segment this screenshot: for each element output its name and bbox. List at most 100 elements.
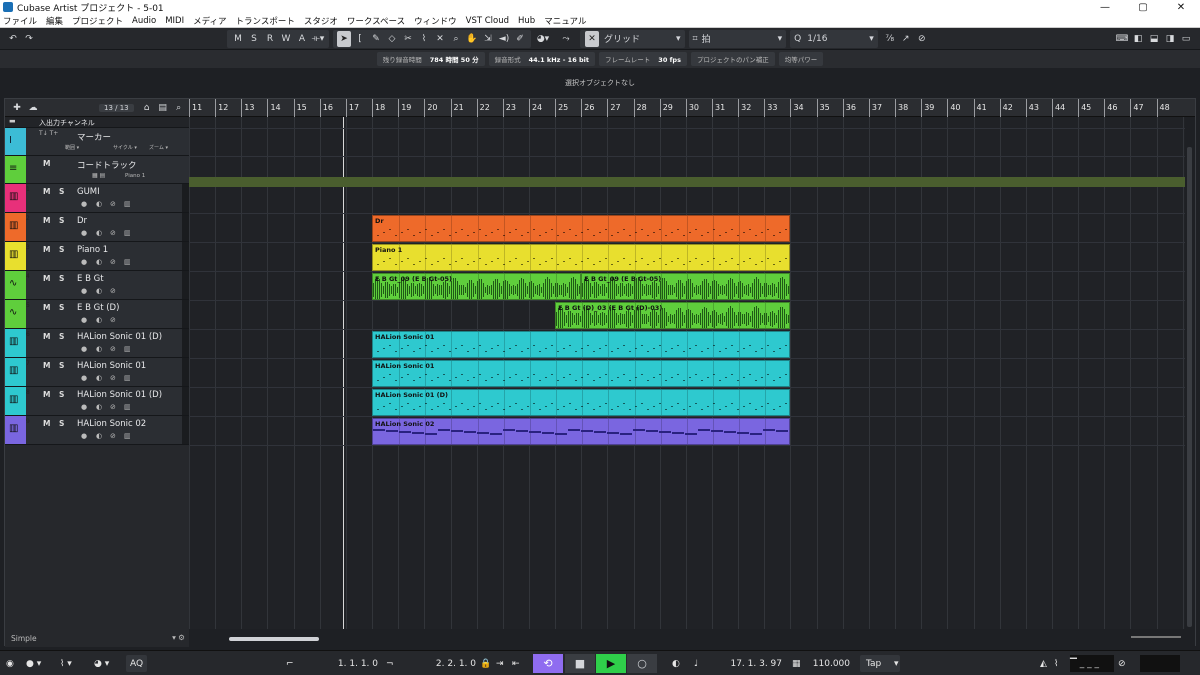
input-monitor-icon[interactable]: ⊘ (1118, 655, 1126, 672)
show-lower-zone-icon[interactable]: ⬓ (1147, 31, 1161, 47)
mute-button[interactable]: M (43, 390, 50, 399)
split-icon[interactable]: ✂ (401, 31, 415, 47)
auto-quantize-button[interactable]: AQ (126, 655, 148, 672)
track-row[interactable]: ▥ 8 M S HALion Sonic 01 (D) ● ◐ ⊘ ▥ (5, 387, 189, 416)
monitor-icon[interactable]: ● (81, 287, 87, 295)
color-tool-icon[interactable]: ✐ (513, 31, 527, 47)
tempo-track-icon[interactable]: ◐ (672, 655, 680, 672)
quantize-settings-icon[interactable]: ↗ (899, 31, 913, 47)
horizontal-zoom-slider[interactable] (1131, 636, 1181, 638)
project-sync-icon[interactable]: ⊘ (915, 31, 929, 47)
audio-performance-icon[interactable]: ◉ (6, 655, 14, 672)
instrument-edit-icon[interactable]: ▥ (124, 403, 131, 411)
iterative-quantize-icon[interactable]: ⅞ (883, 31, 897, 47)
monitor-icon[interactable]: ● (81, 229, 87, 237)
listen-icon[interactable]: ◐ (96, 200, 102, 208)
mute-button[interactable]: M (43, 419, 50, 428)
instrument-edit-icon[interactable]: ▥ (124, 200, 131, 208)
snap-toggle-icon[interactable]: ✕ (585, 30, 599, 47)
vertical-scroll-thumb[interactable] (1187, 147, 1192, 627)
time-display-icon[interactable]: ♩ (694, 655, 698, 672)
automation-mode-button[interactable]: A (295, 31, 309, 47)
comp-tool-icon[interactable]: ⇲ (481, 31, 495, 47)
equal-power-cell[interactable]: 均等パワー (778, 52, 824, 66)
menu-workspace[interactable]: ワークスペース (347, 15, 405, 27)
menu-vst-cloud[interactable]: VST Cloud (466, 16, 509, 26)
edit-icon[interactable]: ⊘ (110, 316, 116, 324)
horizontal-scrollbar[interactable] (189, 629, 1195, 647)
chord-settings-icon[interactable]: ▦ ▤ (92, 172, 105, 179)
click-pattern-icon[interactable]: ⌇ (1054, 655, 1058, 672)
edit-icon[interactable]: ⊘ (110, 287, 116, 295)
monitor-icon[interactable]: ● (81, 432, 87, 440)
solo-button[interactable]: S (59, 332, 64, 341)
chord-mute-button[interactable]: M (43, 159, 50, 168)
precount-icon[interactable]: ⌇ ▾ (60, 655, 72, 672)
solo-button[interactable]: S (59, 245, 64, 254)
tempo-value[interactable]: 110.000 (810, 655, 850, 672)
mute-button[interactable]: M (43, 274, 50, 283)
vertical-scrollbar[interactable] (1185, 117, 1195, 629)
redo-button[interactable]: ↷ (22, 31, 36, 47)
marker-track[interactable]: I T↓ T+ マーカー 範囲 ▾ サイクル ▾ ズーム ▾ (5, 128, 189, 156)
hand-tool-icon[interactable]: ✋ (465, 31, 479, 47)
record-time-cell[interactable]: 残り録音時間 784 時間 50 分 (376, 52, 485, 66)
mute-all-button[interactable]: M (231, 31, 245, 47)
mute-tool-icon[interactable]: ✕ (433, 31, 447, 47)
track-row[interactable]: ▥ 3 M S Piano 1 ● ◐ ⊘ ▥ (5, 242, 189, 271)
menu-project[interactable]: プロジェクト (72, 15, 123, 27)
marker-cycle-select[interactable]: サイクル ▾ (113, 144, 137, 151)
project-cursor-line[interactable] (342, 117, 344, 629)
track-visibility-preset[interactable]: Simple (11, 634, 37, 643)
punch-in-icon[interactable]: ⇥ (496, 655, 504, 672)
keyboard-icon[interactable]: ⌨ (1115, 31, 1129, 47)
listen-icon[interactable]: ◐ (96, 229, 102, 237)
menu-studio[interactable]: スタジオ (304, 15, 338, 27)
listen-icon[interactable]: ◐ (96, 403, 102, 411)
cycle-button[interactable]: ⟲ (533, 654, 563, 673)
solo-button[interactable]: S (59, 361, 64, 370)
automation-panel-icon[interactable]: ⟛▾ (311, 31, 325, 47)
write-automation-button[interactable]: W (279, 31, 293, 47)
menu-manual[interactable]: マニュアル (544, 15, 586, 27)
event-display[interactable]: Dr Piano 1 E B Gt_09 (E B Gt-05) E B Gt_09 … (189, 117, 1187, 629)
track-row[interactable]: ▥ 6 M S HALion Sonic 01 (D) ● ◐ ⊘ ▥ (5, 329, 189, 358)
timeline-ruler[interactable]: 11 12 13 14 15 16 17 18 19 20 21 22 23 24 25 26 27 28 29 30… (189, 99, 1195, 117)
project-cursor-position[interactable]: 17. 1. 3. 97 (700, 655, 782, 672)
play-tool-icon[interactable]: ◄) (497, 31, 511, 47)
left-locator-value[interactable]: 1. 1. 1. 0 (300, 655, 378, 672)
toolbar-setup-icon[interactable]: ▭ (1179, 31, 1193, 47)
grid-type-dropdown[interactable]: ⌗ 拍 ▾ (688, 29, 787, 48)
frame-rate-cell[interactable]: フレームレート 30 fps (598, 52, 687, 66)
edit-icon[interactable]: ⊘ (110, 200, 116, 208)
menu-hub[interactable]: Hub (518, 16, 535, 26)
monitor-icon[interactable]: ● (81, 403, 87, 411)
track-row[interactable]: ∿ 4 M S E B Gt ● ◐ ⊘ (5, 271, 189, 300)
color-palette-icon[interactable]: ◕▾ (536, 31, 550, 47)
event-clip[interactable]: E B Gt_09 (E B Gt-05) (581, 273, 791, 300)
mute-button[interactable]: M (43, 361, 50, 370)
maximize-button[interactable]: ▢ (1124, 2, 1162, 13)
horizontal-scroll-thumb[interactable] (229, 637, 319, 641)
track-count[interactable]: 13 / 13 (99, 103, 134, 112)
listen-icon[interactable]: ◐ (96, 316, 102, 324)
play-button[interactable]: ▶ (596, 654, 626, 673)
event-clip[interactable]: Piano 1 (372, 244, 791, 271)
event-clip[interactable]: HALion Sonic 02 (372, 418, 791, 445)
auto-scroll-icon[interactable]: ⤳ (559, 31, 573, 47)
mute-button[interactable]: M (43, 187, 50, 196)
edit-icon[interactable]: ⊘ (110, 258, 116, 266)
snap-type-dropdown[interactable]: ✕ グリッド ▾ (580, 29, 685, 48)
tempo-mode-icon[interactable]: ▦ (792, 655, 801, 672)
track-row[interactable]: ▥ 7 M S HALion Sonic 01 ● ◐ ⊘ ▥ (5, 358, 189, 387)
minimize-button[interactable]: — (1086, 2, 1124, 13)
edit-icon[interactable]: ⊘ (110, 229, 116, 237)
track-row[interactable]: ▥ 2 M S Dr ● ◐ ⊘ ▥ (5, 213, 189, 242)
record-format-cell[interactable]: 録音形式 44.1 kHz - 16 bit (488, 52, 595, 66)
lock-icon[interactable]: 🔒 (480, 655, 491, 672)
menu-transport[interactable]: トランスポート (236, 15, 295, 27)
solo-button[interactable]: S (59, 216, 64, 225)
solo-button[interactable]: S (59, 187, 64, 196)
monitor-icon[interactable]: ● (81, 200, 87, 208)
menu-midi[interactable]: MIDI (165, 16, 184, 26)
